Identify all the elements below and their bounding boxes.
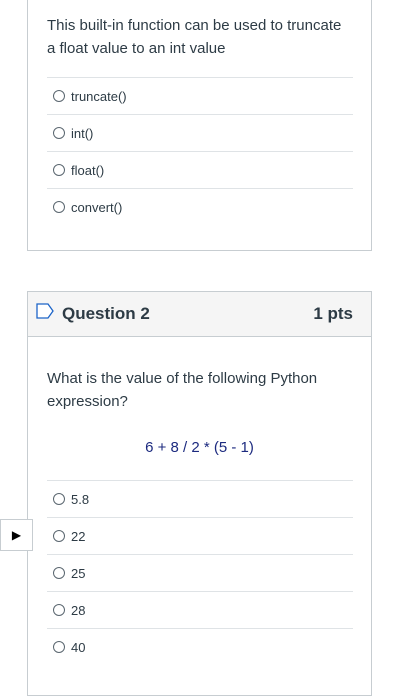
answer-label: 40 [71,639,86,655]
radio-button[interactable] [53,90,65,102]
answer-list: 5.8 22 25 28 40 [47,480,353,665]
radio-button[interactable] [53,641,65,653]
answer-option[interactable]: truncate() [47,77,353,114]
answer-list: truncate() int() float() convert() [47,77,353,225]
bookmark-icon[interactable] [36,303,54,319]
answer-option[interactable]: int() [47,114,353,151]
radio-button[interactable] [53,127,65,139]
question-title: Question 2 [62,304,150,323]
radio-button[interactable] [53,493,65,505]
answer-label: 5.8 [71,491,90,507]
radio-button[interactable] [53,567,65,579]
answer-option[interactable]: float() [47,151,353,188]
question-card-1: This built-in function can be used to tr… [27,0,372,251]
answer-option[interactable]: 25 [47,554,353,591]
radio-button[interactable] [53,201,65,213]
question-text: What is the value of the following Pytho… [47,370,318,410]
side-toggle-button[interactable]: ▶ [0,519,33,551]
radio-button[interactable] [53,164,65,176]
question-text: This built-in function can be used to tr… [47,17,342,57]
radio-button[interactable] [53,604,65,616]
python-expression: 6 + 8 / 2 * (5 - 1) [145,439,254,456]
answer-label: truncate() [71,88,127,104]
answer-label: int() [71,125,94,141]
answer-option[interactable]: 5.8 [47,480,353,517]
answer-option[interactable]: 28 [47,591,353,628]
answer-option[interactable]: convert() [47,188,353,225]
answer-label: 22 [71,528,86,544]
answer-option[interactable]: 22 [47,517,353,554]
answer-label: convert() [71,199,123,215]
answer-label: 25 [71,565,86,581]
question-header: Question 2 1 pts [28,292,371,337]
play-arrow-icon: ▶ [11,528,22,542]
answer-label: float() [71,162,105,178]
answer-option[interactable]: 40 [47,628,353,665]
question-points: 1 pts [313,304,353,323]
question-card-2: Question 2 1 pts What is the value of th… [27,291,372,696]
radio-button[interactable] [53,530,65,542]
answer-label: 28 [71,602,86,618]
